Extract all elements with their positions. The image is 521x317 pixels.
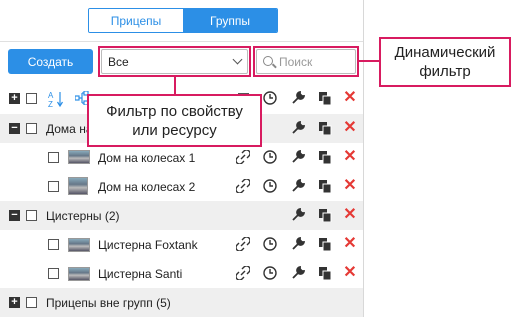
callout-dynamic-filter: Динамический фильтр — [379, 37, 511, 87]
copy-icon[interactable] — [318, 121, 332, 135]
callout-connector — [174, 77, 176, 94]
copy-icon[interactable] — [318, 179, 332, 193]
tab-switcher: Прицепы Группы — [88, 8, 278, 33]
collapse-icon[interactable]: − — [9, 210, 20, 221]
wrench-icon[interactable] — [291, 91, 305, 105]
copy-icon[interactable] — [318, 237, 332, 251]
group-checkbox[interactable] — [26, 210, 37, 221]
link-icon[interactable] — [236, 237, 250, 251]
create-button[interactable]: Создать — [8, 49, 93, 74]
delete-icon[interactable]: ✕ — [343, 265, 357, 281]
select-all-checkbox[interactable] — [26, 93, 37, 104]
clock-icon[interactable] — [263, 179, 277, 193]
tab-groups[interactable]: Группы — [183, 9, 277, 32]
expand-all-icon[interactable]: + — [9, 93, 20, 104]
collapse-icon[interactable]: − — [9, 123, 20, 134]
item-checkbox[interactable] — [48, 268, 59, 279]
item-checkbox[interactable] — [48, 181, 59, 192]
delete-icon[interactable]: ✕ — [343, 90, 357, 106]
group-label: Дома на — [46, 122, 93, 136]
callout-dynamic-text: Динамический фильтр — [394, 44, 496, 80]
item-label: Цистерна Foxtank — [98, 238, 198, 252]
list-item[interactable]: Цистерна Foxtank ✕ — [0, 230, 363, 259]
group-row[interactable]: − Цистерны (2) ✕ — [0, 201, 363, 230]
clock-icon[interactable] — [263, 91, 277, 105]
copy-icon[interactable] — [318, 150, 332, 164]
filter-highlight — [98, 46, 251, 77]
list-item[interactable]: Цистерна Santi ✕ — [0, 259, 363, 288]
group-label: Цистерны (2) — [46, 209, 120, 223]
copy-icon[interactable] — [318, 266, 332, 280]
wrench-icon[interactable] — [291, 179, 305, 193]
clock-icon[interactable] — [263, 237, 277, 251]
svg-text:Z: Z — [48, 100, 53, 108]
delete-icon[interactable]: ✕ — [343, 207, 357, 223]
group-row[interactable]: + Прицепы вне групп (5) — [0, 288, 363, 317]
wrench-icon[interactable] — [291, 266, 305, 280]
divider — [0, 41, 363, 42]
copy-icon[interactable] — [318, 91, 332, 105]
item-checkbox[interactable] — [48, 152, 59, 163]
unit-thumbnail — [68, 238, 90, 252]
svg-text:A: A — [48, 91, 54, 100]
wrench-icon[interactable] — [291, 237, 305, 251]
group-checkbox[interactable] — [26, 297, 37, 308]
item-label: Дом на колесах 1 — [98, 151, 196, 165]
unit-thumbnail — [68, 177, 88, 195]
link-icon[interactable] — [236, 179, 250, 193]
expand-icon[interactable]: + — [9, 297, 20, 308]
unit-thumbnail — [68, 267, 90, 281]
callout-filter-text: Фильтр по свойству или ресурсу — [106, 102, 243, 139]
callout-filter: Фильтр по свойству или ресурсу — [87, 94, 262, 147]
link-icon[interactable] — [236, 150, 250, 164]
sort-az-icon[interactable]: A Z — [48, 90, 64, 108]
item-checkbox[interactable] — [48, 239, 59, 250]
clock-icon[interactable] — [263, 150, 277, 164]
wrench-icon[interactable] — [291, 121, 305, 135]
delete-icon[interactable]: ✕ — [343, 120, 357, 136]
item-label: Дом на колесах 2 — [98, 180, 196, 194]
group-checkbox[interactable] — [26, 123, 37, 134]
callout-connector — [359, 60, 379, 62]
copy-icon[interactable] — [318, 208, 332, 222]
list-item[interactable]: Дом на колесах 1 ✕ — [0, 143, 363, 172]
delete-icon[interactable]: ✕ — [343, 178, 357, 194]
search-highlight — [253, 46, 359, 77]
delete-icon[interactable]: ✕ — [343, 236, 357, 252]
link-icon[interactable] — [236, 266, 250, 280]
delete-icon[interactable]: ✕ — [343, 149, 357, 165]
clock-icon[interactable] — [263, 266, 277, 280]
list-item[interactable]: Дом на колесах 2 ✕ — [0, 172, 363, 201]
item-label: Цистерна Santi — [98, 267, 183, 281]
tab-trailers[interactable]: Прицепы — [89, 9, 183, 32]
unit-thumbnail — [68, 150, 90, 164]
wrench-icon[interactable] — [291, 208, 305, 222]
group-label: Прицепы вне групп (5) — [46, 296, 171, 310]
wrench-icon[interactable] — [291, 150, 305, 164]
